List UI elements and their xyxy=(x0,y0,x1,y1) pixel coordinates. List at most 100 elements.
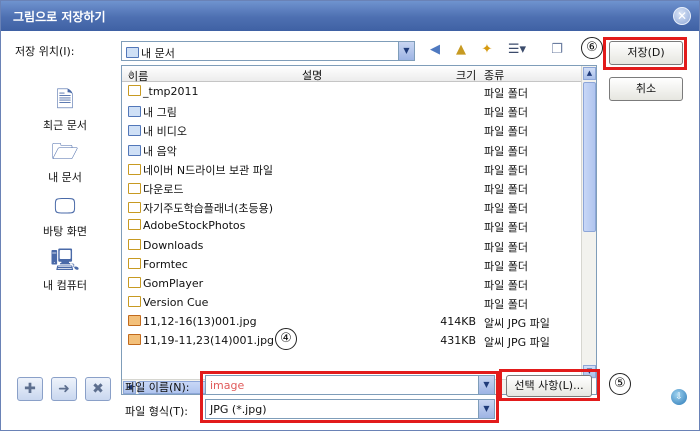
column-size-header[interactable]: 크기 xyxy=(456,67,476,83)
recent-documents-icon: 🗎 xyxy=(56,88,74,113)
file-rows: _tmp2011 파일 폴더 내 그림 파일 폴더 내 비디오 파일 폴더 내 음악 파일 폴… xyxy=(122,83,582,352)
my-documents-icon: 🗁 xyxy=(51,140,79,165)
vertical-scrollbar[interactable]: ▲ ▼ xyxy=(581,66,596,379)
cancel-button[interactable]: 취소 xyxy=(609,77,683,101)
folder-icon xyxy=(128,163,141,175)
file-type: 파일 폴더 xyxy=(484,163,528,177)
file-name: AdobeStockPhotos xyxy=(128,219,245,232)
file-type: 파일 폴더 xyxy=(484,221,528,235)
column-type-header[interactable]: 종류 xyxy=(484,67,504,83)
place-item[interactable]: 🗎 최근 문서 xyxy=(15,89,115,133)
add-folder-icon[interactable]: ✚ xyxy=(17,377,43,401)
save-location-value: 내 문서 xyxy=(126,45,175,61)
filename-highlight-box xyxy=(200,371,499,423)
column-description-header[interactable]: 설명 xyxy=(302,67,322,83)
file-type: 파일 폴더 xyxy=(484,125,528,139)
file-type: 파일 폴더 xyxy=(484,202,528,216)
file-list[interactable]: 이름 ▲ 설명 크기 종류 _tmp2011 파일 폴더 내 그림 파일 폴더 내 비디… xyxy=(121,65,597,395)
title-bar[interactable]: 그림으로 저장하기 ✕ xyxy=(1,1,699,31)
view-menu-icon[interactable]: ☰▾ xyxy=(507,41,527,59)
folder-icon xyxy=(128,219,141,231)
new-folder-icon[interactable]: ✦ xyxy=(477,41,497,59)
file-row[interactable]: 내 그림 파일 폴더 xyxy=(122,102,582,121)
image-file-icon xyxy=(128,315,141,327)
file-type: 파일 폴더 xyxy=(484,87,528,100)
file-size: 414KB xyxy=(440,315,476,329)
file-type: 파일 폴더 xyxy=(484,182,528,196)
my-computer-icon: 🖳 xyxy=(50,248,80,273)
file-type: 알씨 JPG 파일 xyxy=(484,317,550,331)
folder-icon xyxy=(128,182,141,194)
place-label: 내 문서 xyxy=(48,171,82,184)
folder-icon xyxy=(128,296,141,308)
my-documents-icon xyxy=(126,47,139,58)
folder-icon xyxy=(128,257,141,269)
file-name: Downloads xyxy=(128,238,203,252)
file-name: 네이버 N드라이브 보관 파일 xyxy=(128,162,273,178)
column-header: 이름 ▲ 설명 크기 종류 xyxy=(122,66,582,83)
file-row[interactable]: 자기주도학습플래너(초등용) 파일 폴더 xyxy=(122,198,582,217)
filetype-label: 파일 형식(T): xyxy=(125,405,188,418)
chevron-down-icon[interactable]: ▼ xyxy=(398,42,414,60)
dialog-title: 그림으로 저장하기 xyxy=(13,10,106,24)
dialog-body: 저장 위치(I): 내 문서 ▼ ◀ ▲ ✦ ☰▾ ❐ 🗎 최근 문서 🗁 내 문서 🖵 바탕 화… xyxy=(1,31,699,430)
file-row[interactable]: 내 비디오 파일 폴더 xyxy=(122,121,582,140)
file-name: GomPlayer xyxy=(128,276,203,290)
file-type: 파일 폴더 xyxy=(484,259,528,273)
move-icon[interactable]: ➜ xyxy=(51,377,77,401)
folder-icon xyxy=(128,125,141,137)
file-type: 알씨 JPG 파일 xyxy=(484,336,550,350)
vertical-scroll-thumb[interactable] xyxy=(583,82,596,232)
save-location-label: 저장 위치(I): xyxy=(15,45,75,58)
file-name: _tmp2011 xyxy=(128,85,199,98)
file-type: 파일 폴더 xyxy=(484,240,528,254)
file-size: 431KB xyxy=(440,334,476,348)
file-row[interactable]: Version Cue 파일 폴더 xyxy=(122,294,582,313)
save-location-dropdown[interactable]: 내 문서 ▼ xyxy=(121,41,415,61)
file-row[interactable]: 내 음악 파일 폴더 xyxy=(122,141,582,160)
file-name: 11,19-11,23(14)001.jpg xyxy=(128,334,274,347)
file-row[interactable]: Formtec 파일 폴더 xyxy=(122,256,582,275)
file-row[interactable]: Downloads 파일 폴더 xyxy=(122,237,582,256)
filename-label: 파일 이름(N): xyxy=(125,381,190,394)
annotation-six: ⑥ xyxy=(581,37,603,59)
file-type: 파일 폴더 xyxy=(484,106,528,120)
image-file-icon xyxy=(128,334,141,346)
sort-ascending-icon: ▲ xyxy=(128,68,135,77)
place-item[interactable]: 🖵 바탕 화면 xyxy=(15,195,115,239)
file-name: Version Cue xyxy=(128,296,208,309)
scroll-up-icon[interactable]: ▲ xyxy=(583,67,596,80)
place-item[interactable]: 🖳 내 컴퓨터 xyxy=(15,249,115,293)
file-name: 다운로드 xyxy=(128,181,183,197)
file-row[interactable]: GomPlayer 파일 폴더 xyxy=(122,275,582,294)
file-row[interactable]: 네이버 N드라이브 보관 파일 파일 폴더 xyxy=(122,160,582,179)
file-type: 파일 폴더 xyxy=(484,144,528,158)
folder-icon xyxy=(128,106,141,118)
close-icon[interactable]: ✕ xyxy=(673,7,691,25)
file-row[interactable]: 11,19-11,23(14)001.jpg 431KB 알씨 JPG 파일 xyxy=(122,332,582,351)
place-label: 최근 문서 xyxy=(43,119,87,132)
options-highlight-box xyxy=(499,369,600,401)
place-item[interactable]: 🗁 내 문서 xyxy=(15,141,115,185)
file-name: 11,12-16(13)001.jpg xyxy=(128,315,257,328)
up-folder-icon[interactable]: ▲ xyxy=(451,41,471,59)
file-name: 자기주도학습플래너(초등용) xyxy=(128,200,273,216)
file-row[interactable]: 다운로드 파일 폴더 xyxy=(122,179,582,198)
desktop-icon: 🖵 xyxy=(54,194,76,219)
file-row[interactable]: _tmp2011 파일 폴더 xyxy=(122,83,582,102)
remove-icon[interactable]: ✖ xyxy=(85,377,111,401)
file-type: 파일 폴더 xyxy=(484,298,528,312)
place-label: 내 컴퓨터 xyxy=(43,279,87,292)
file-name: Formtec xyxy=(128,257,188,271)
back-icon[interactable]: ◀ xyxy=(425,41,445,59)
tools-icon[interactable]: ❐ xyxy=(547,41,567,59)
save-as-picture-dialog: 그림으로 저장하기 ✕ 저장 위치(I): 내 문서 ▼ ◀ ▲ ✦ ☰▾ ❐ 🗎 최근 … xyxy=(0,0,700,431)
file-row[interactable]: 11,12-16(13)001.jpg 414KB 알씨 JPG 파일 xyxy=(122,313,582,332)
folder-icon xyxy=(128,85,141,96)
help-icon[interactable]: ⇩ xyxy=(671,389,687,405)
file-row[interactable]: AdobeStockPhotos 파일 폴더 xyxy=(122,217,582,236)
annotation-four: ④ xyxy=(275,328,297,350)
file-type: 파일 폴더 xyxy=(484,278,528,292)
place-label: 바탕 화면 xyxy=(43,225,87,238)
file-name: 내 비디오 xyxy=(128,123,187,139)
